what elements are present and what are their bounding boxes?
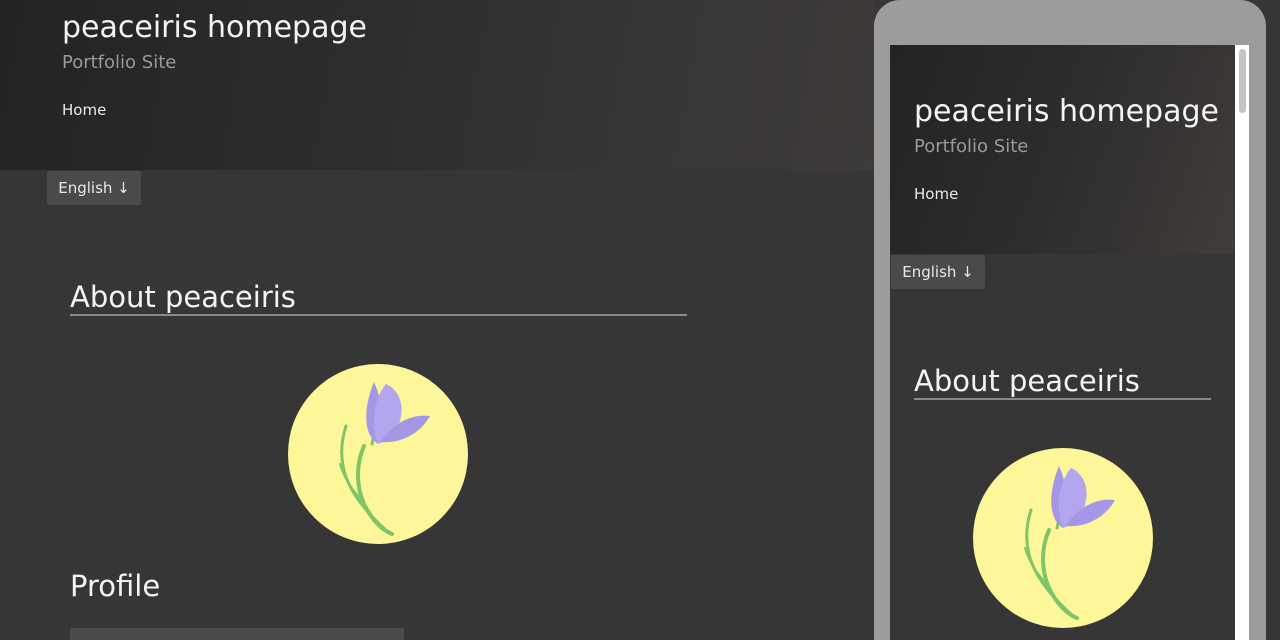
phone-about-heading: About peaceiris	[914, 364, 1211, 400]
site-title[interactable]: peaceiris homepage	[62, 10, 367, 45]
page: peaceiris homepage Portfolio Site Home E…	[0, 0, 1280, 640]
profile-card	[70, 628, 404, 640]
phone-site-header: peaceiris homepage Portfolio Site Home	[890, 45, 1235, 254]
site-subtitle: Portfolio Site	[62, 52, 177, 73]
phone-site-title[interactable]: peaceiris homepage	[914, 94, 1219, 129]
phone-nav-home-link[interactable]: Home	[914, 185, 958, 203]
phone-scrollbar[interactable]	[1235, 45, 1249, 640]
iris-flower-icon	[339, 382, 430, 536]
iris-flower-icon	[1024, 466, 1115, 620]
language-select-button[interactable]: English ↓	[47, 171, 141, 205]
phone-scrollbar-thumb[interactable]	[1239, 49, 1246, 113]
phone-language-select-button[interactable]: English ↓	[891, 255, 985, 289]
phone-site-subtitle: Portfolio Site	[914, 136, 1029, 157]
site-header: peaceiris homepage Portfolio Site Home	[0, 0, 874, 170]
nav-home-link[interactable]: Home	[62, 101, 106, 119]
avatar	[288, 364, 468, 544]
profile-heading: Profile	[70, 569, 161, 603]
about-heading: About peaceiris	[70, 280, 687, 316]
phone-avatar	[973, 448, 1153, 628]
phone-screen: peaceiris homepage Portfolio Site Home E…	[890, 45, 1235, 640]
